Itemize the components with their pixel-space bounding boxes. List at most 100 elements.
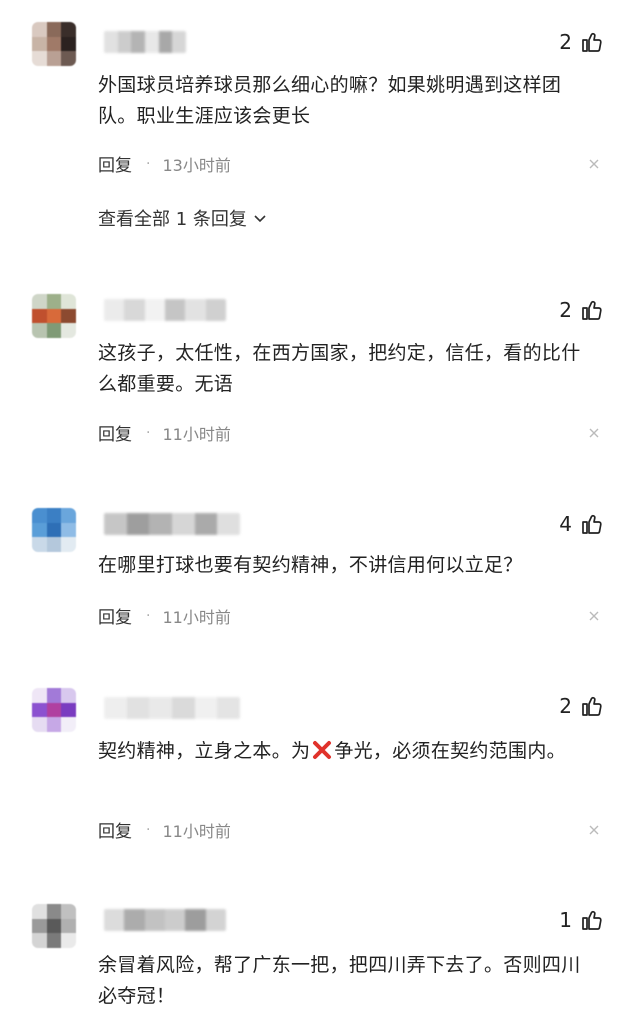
username[interactable] [104,697,240,719]
avatar-pixel [46,522,62,538]
username-pixel [164,299,186,321]
avatar[interactable] [32,294,76,338]
username-pixel [131,31,146,53]
username-pixel [104,31,118,53]
avatar-pixel [32,51,47,66]
username-pixel [172,513,195,535]
avatar-pixel [61,537,76,552]
like-button[interactable]: 4 [559,512,604,536]
username-pixel [158,31,173,53]
avatar-pixel [61,22,76,37]
username-pixel [149,513,173,535]
avatar-pixel [32,308,47,324]
avatar-pixel [32,508,47,523]
avatar-pixel [61,294,76,309]
like-count: 1 [559,908,572,932]
username-pixel [194,697,218,719]
avatar-pixel [32,702,47,718]
separator-dot: · [146,155,151,172]
avatar-pixel [61,36,76,52]
username-pixel [104,697,127,719]
separator-dot: · [146,821,151,838]
timestamp: 13小时前 [162,155,231,175]
username-pixel [217,513,240,535]
comment-meta: 回复 · 13小时前 [98,151,231,177]
close-icon[interactable] [588,158,600,170]
like-button[interactable]: 2 [559,30,604,54]
thumbs-up-icon [582,300,602,320]
separator-dot: · [146,424,151,441]
chevron-down-icon [254,215,266,223]
comment-text: 在哪里打球也要有契约精神，不讲信用何以立足？ [98,554,523,576]
thumbs-up-icon [582,32,602,52]
avatar-pixel [32,294,47,309]
view-replies-button[interactable]: 查看全部 1 条回复 [98,205,267,231]
avatar-pixel [32,36,47,52]
timestamp: 11小时前 [162,607,231,627]
avatar[interactable] [32,508,76,552]
avatar-pixel [61,702,76,718]
username[interactable] [104,513,240,535]
avatar-pixel [61,51,76,66]
username-pixel [194,513,218,535]
comment-text-part1: 契约精神，立身之本。为 [98,740,311,762]
username-pixel [172,31,186,53]
reply-button[interactable]: 回复 [98,817,132,842]
close-icon[interactable] [588,824,600,836]
avatar-pixel [46,294,62,309]
comment-text-part2: 争光，必须在契约范围内。 [334,740,566,762]
username[interactable] [104,31,186,53]
comment-meta: 回复 · 11小时前 [98,603,231,629]
avatar-pixel [46,933,62,948]
avatar-pixel [32,323,47,338]
avatar-pixel [46,36,62,52]
username-pixel [104,513,127,535]
avatar-pixel [32,717,47,732]
thumbs-up-icon [582,696,602,716]
avatar-pixel [46,508,62,523]
close-icon[interactable] [588,610,600,622]
username-pixel [217,697,240,719]
avatar-pixel [32,933,47,948]
avatar-pixel [46,717,62,732]
like-button[interactable]: 2 [559,298,604,322]
close-icon[interactable] [588,427,600,439]
username-pixel [104,299,125,321]
avatar-pixel [61,323,76,338]
reply-button[interactable]: 回复 [98,151,132,176]
username-pixel [205,909,226,931]
separator-dot: · [146,607,151,624]
username[interactable] [104,909,226,931]
like-button[interactable]: 1 [559,908,604,932]
avatar-pixel [46,308,62,324]
username-pixel [144,299,165,321]
avatar[interactable] [32,688,76,732]
avatar-pixel [32,522,47,538]
avatar[interactable] [32,904,76,948]
like-button[interactable]: 2 [559,694,604,718]
username-pixel [104,909,125,931]
like-count: 2 [559,694,572,718]
comment-text: 契约精神，立身之本。为 争光，必须在契约范围内。 [98,736,598,767]
avatar-pixel [61,688,76,703]
reply-button[interactable]: 回复 [98,603,132,628]
avatar-pixel [46,22,62,37]
avatar-pixel [46,537,62,552]
reply-button[interactable]: 回复 [98,420,132,445]
avatar-pixel [46,688,62,703]
username-pixel [124,909,145,931]
thumbs-up-icon [582,910,602,930]
avatar-pixel [32,688,47,703]
username-pixel [117,31,132,53]
username-pixel [126,697,150,719]
username[interactable] [104,299,226,321]
username-pixel [145,31,159,53]
username-pixel [185,299,206,321]
avatar-pixel [61,522,76,538]
username-pixel [124,299,145,321]
comment-text: 这孩子，太任性，在西方国家，把约定，信任，看的比什么都重要。无语 [98,342,581,395]
avatar-pixel [61,508,76,523]
avatar-pixel [61,904,76,919]
avatar[interactable] [32,22,76,66]
username-pixel [144,909,165,931]
